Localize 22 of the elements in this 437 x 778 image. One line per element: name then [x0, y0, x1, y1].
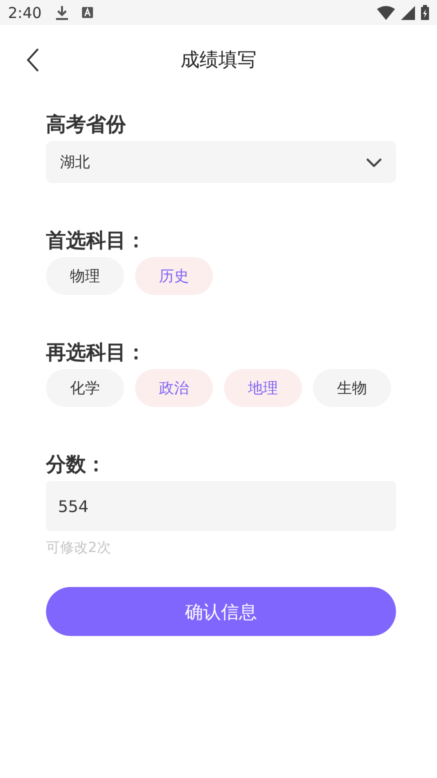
battery-icon — [421, 5, 429, 20]
wifi-icon — [377, 6, 395, 20]
status-time: 2:40 — [8, 4, 42, 22]
section-label: 再选科目： — [46, 339, 147, 365]
subject-chip[interactable]: 政治 — [135, 369, 213, 407]
confirm-button[interactable]: 确认信息 — [46, 587, 396, 636]
subject-chip[interactable]: 地理 — [224, 369, 302, 407]
chevron-down-icon — [366, 158, 382, 166]
province-select[interactable]: 湖北 — [46, 141, 396, 183]
subject-chip[interactable]: 生物 — [313, 369, 391, 407]
section-label: 分数： — [46, 451, 107, 477]
keyboard-icon — [82, 7, 93, 18]
section-label: 首选科目： — [46, 227, 147, 253]
subject-chip[interactable]: 化学 — [46, 369, 124, 407]
subject-chip[interactable]: 历史 — [135, 257, 213, 295]
page-title: 成绩填写 — [180, 48, 256, 73]
download-icon — [56, 6, 68, 20]
section-label: 高考省份 — [46, 111, 127, 137]
signal-icon — [401, 6, 415, 20]
score-input[interactable]: 554 — [46, 481, 396, 531]
hint-text: 可修改2次 — [46, 539, 112, 557]
subject-chip[interactable]: 物理 — [46, 257, 124, 295]
